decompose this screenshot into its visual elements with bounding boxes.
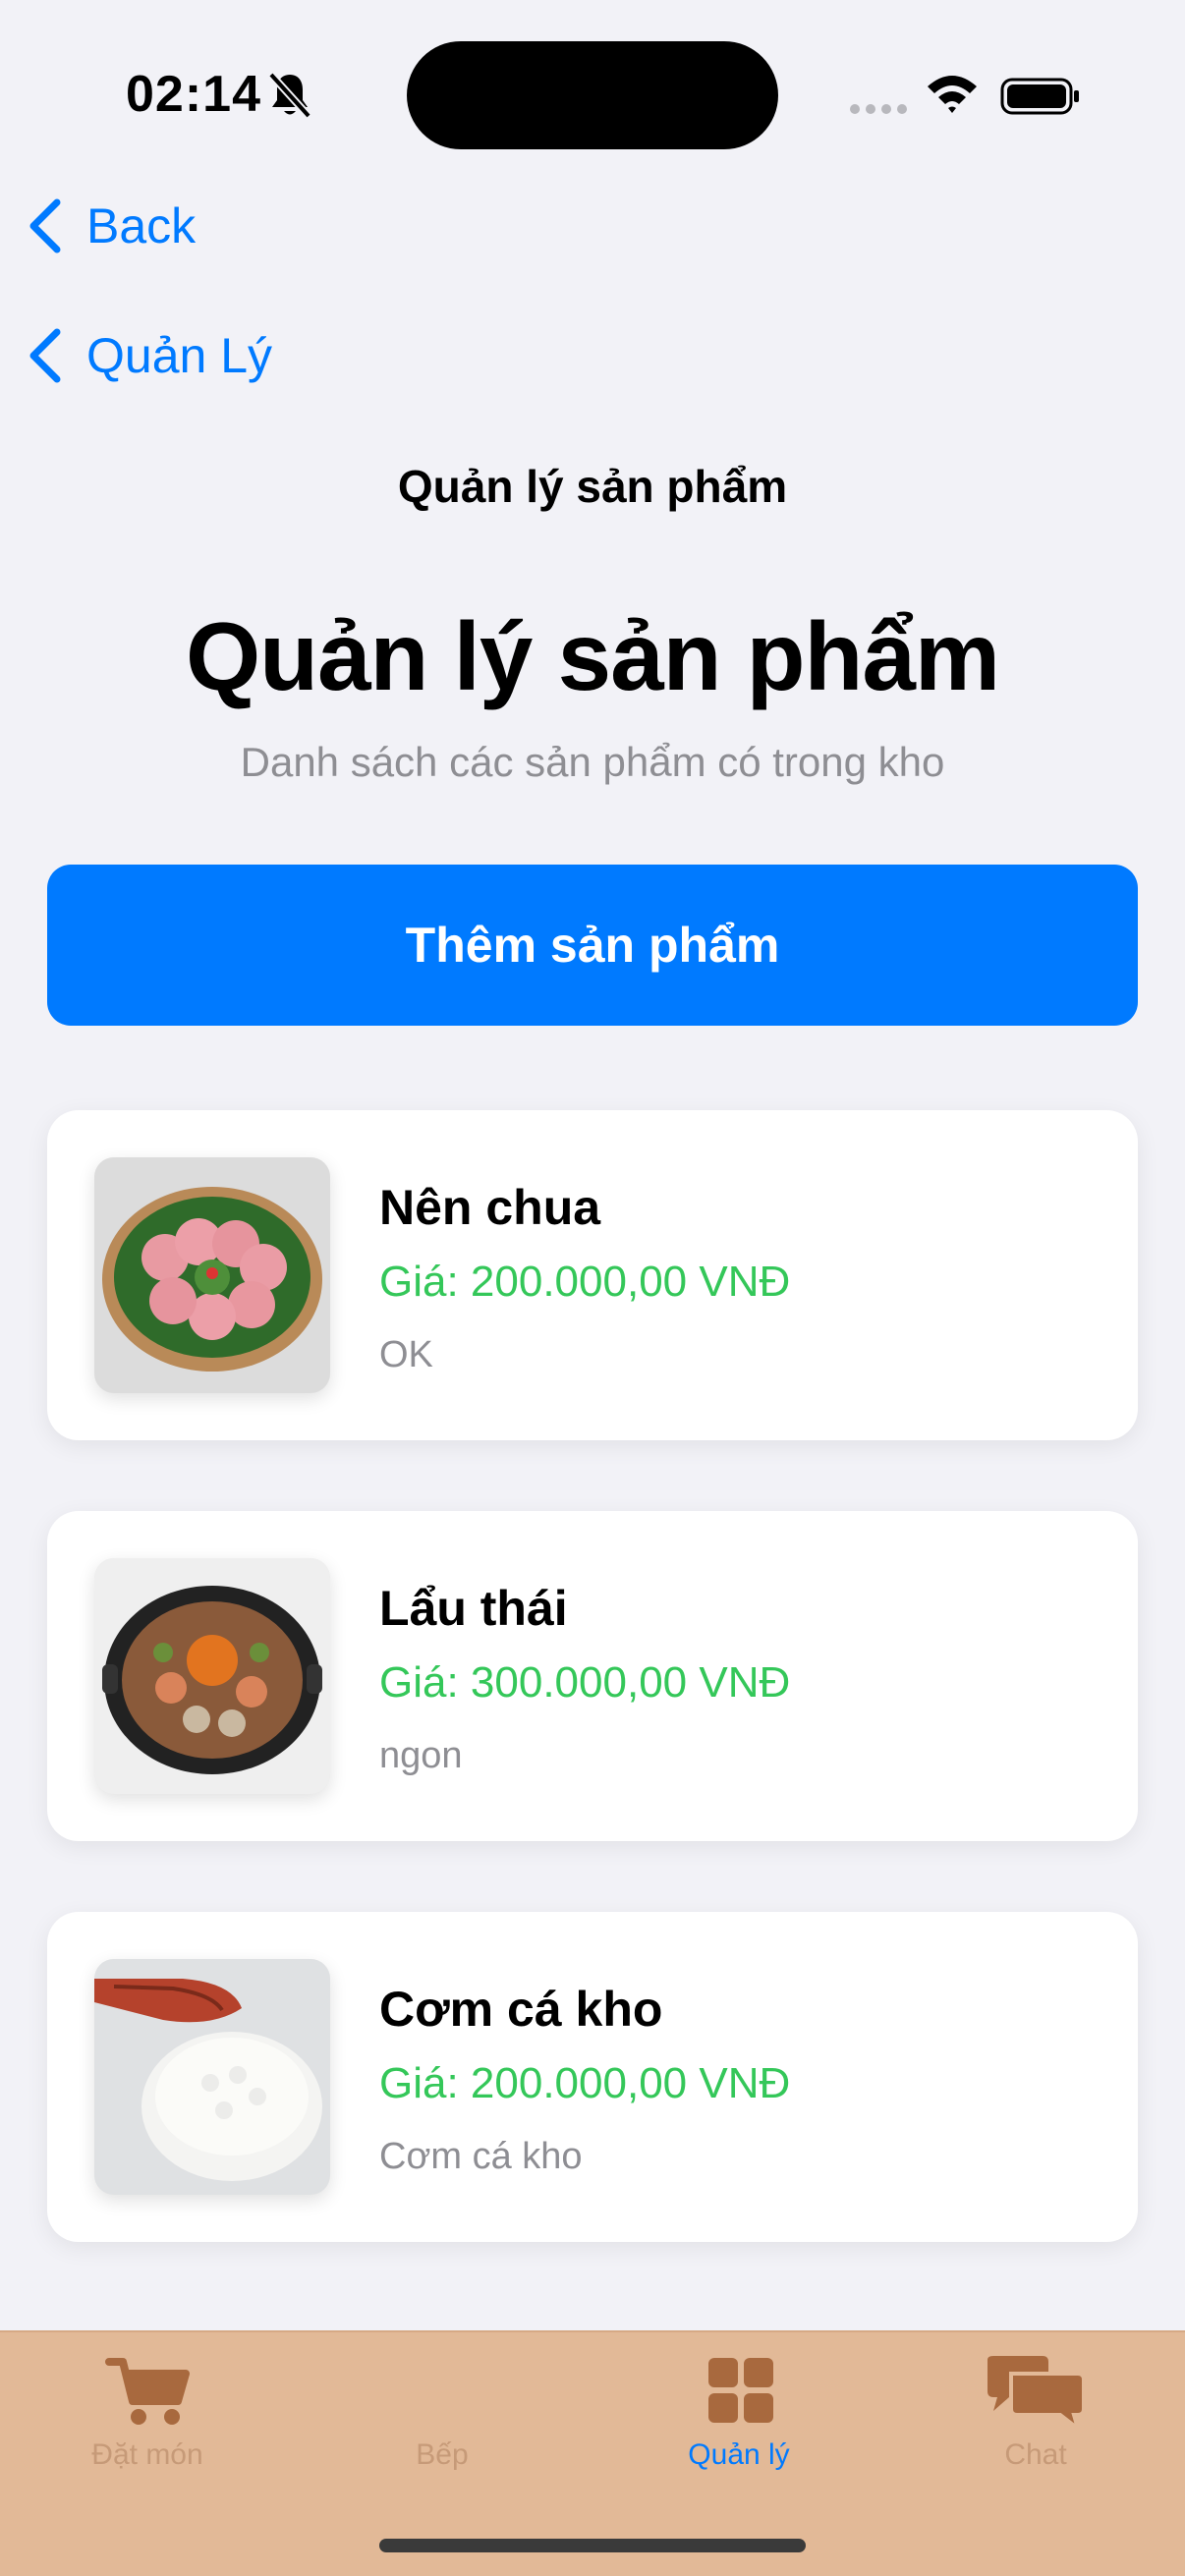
product-image-com-ca-kho — [94, 1959, 330, 2195]
wifi-icon — [928, 76, 977, 113]
product-note: Cơm cá kho — [379, 2136, 583, 2177]
cellular-signal-icon — [850, 104, 907, 114]
product-name: Nên chua — [379, 1180, 601, 1235]
product-price: Giá: 200.000,00 VNĐ — [379, 2059, 791, 2107]
product-image-nem-chua — [94, 1157, 330, 1393]
product-price: Giá: 200.000,00 VNĐ — [379, 1258, 791, 1306]
tab-chat[interactable]: Chat — [888, 2354, 1183, 2501]
status-bar: 02:14 — [0, 0, 1185, 187]
product-price: Giá: 300.000,00 VNĐ — [379, 1658, 791, 1707]
product-image-lau-thai — [94, 1558, 330, 1794]
dynamic-island — [407, 41, 778, 149]
cart-icon — [105, 2358, 190, 2425]
chat-bubbles-icon — [988, 2356, 1086, 2431]
back-button-label: Back — [86, 198, 197, 253]
back-to-management-label: Quản Lý — [86, 328, 273, 383]
screen: 02:14 Back Quản Lý Quản lý sản phẩm Quản… — [0, 0, 1185, 2576]
product-card[interactable]: Cơm cá kho Giá: 200.000,00 VNĐ Cơm cá kh… — [47, 1912, 1138, 2242]
product-note: OK — [379, 1334, 433, 1375]
silent-bell-icon — [268, 72, 311, 119]
tab-order-label: Đặt món — [91, 2438, 203, 2471]
product-name: Lẩu thái — [379, 1581, 568, 1636]
tab-management[interactable]: Quản lý — [592, 2354, 886, 2501]
back-button[interactable]: Back — [24, 196, 196, 255]
nav-title: Quản lý sản phẩm — [397, 461, 788, 512]
product-card[interactable]: Nên chua Giá: 200.000,00 VNĐ OK — [47, 1110, 1138, 1440]
tab-chat-label: Chat — [1004, 2438, 1067, 2471]
chevron-left-icon — [29, 328, 61, 383]
home-indicator[interactable] — [379, 2539, 806, 2552]
page-title: Quản lý sản phẩm — [185, 602, 1000, 710]
tab-kitchen-label: Bếp — [416, 2438, 469, 2471]
chevron-left-icon — [29, 198, 61, 253]
product-name: Cơm cá kho — [379, 1982, 663, 2037]
page-subtitle: Danh sách các sản phẩm có trong kho — [240, 739, 945, 785]
tab-management-label: Quản lý — [688, 2438, 790, 2471]
status-time: 02:14 — [126, 66, 261, 123]
tab-kitchen[interactable]: Bếp — [295, 2354, 590, 2501]
back-to-management-button[interactable]: Quản Lý — [24, 326, 272, 385]
product-note: ngon — [379, 1735, 463, 1776]
grid-icon — [708, 2358, 773, 2423]
add-product-button[interactable]: Thêm sản phẩm — [47, 865, 1138, 1026]
product-card[interactable]: Lẩu thái Giá: 300.000,00 VNĐ ngon — [47, 1511, 1138, 1841]
kitchen-icon — [398, 2354, 486, 2431]
battery-icon — [1000, 78, 1079, 115]
tab-order[interactable]: Đặt món — [0, 2354, 295, 2501]
